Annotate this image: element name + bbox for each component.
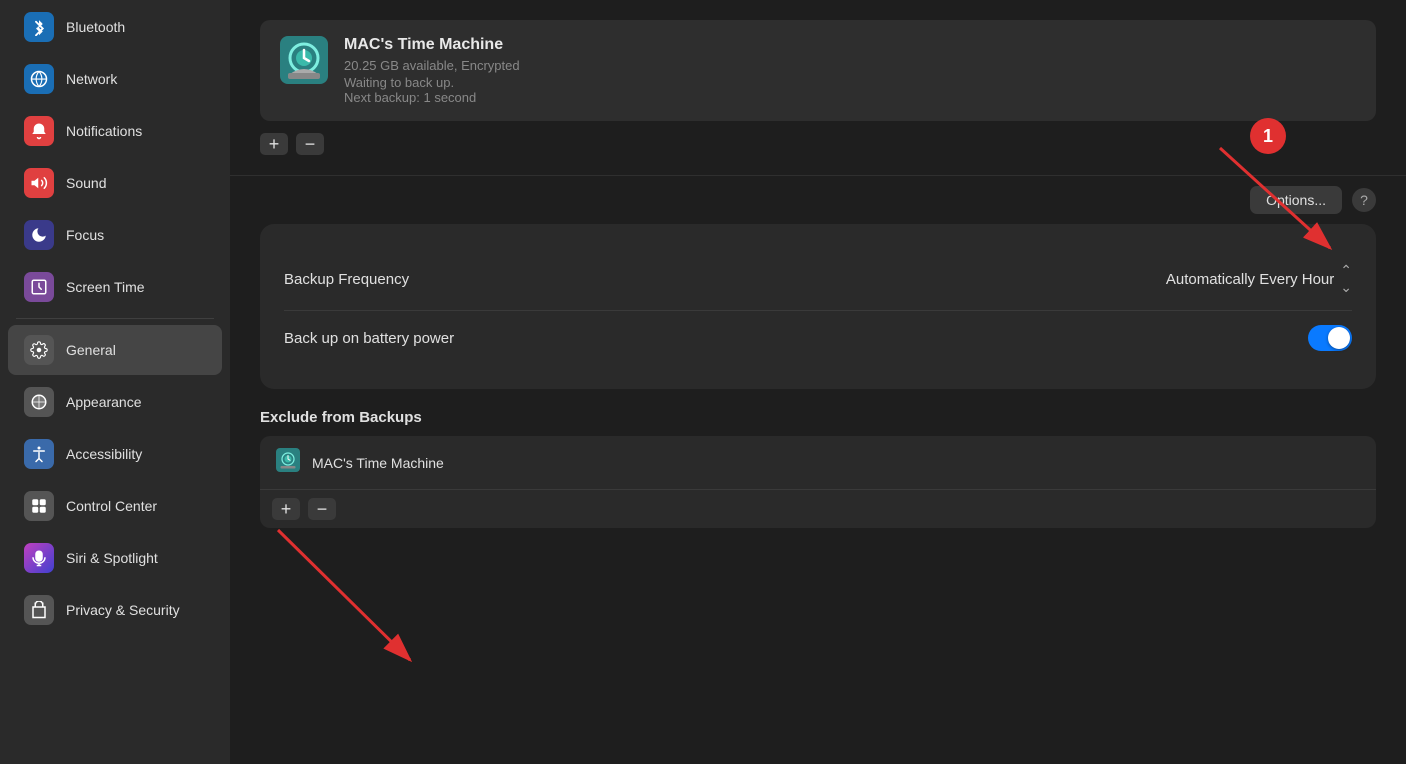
sidebar-label-appearance: Appearance [66,394,142,410]
battery-backup-toggle[interactable] [1308,325,1352,351]
options-sheet: Backup Frequency Automatically Every Hou… [260,224,1376,389]
add-exclude-button[interactable]: + [272,498,300,520]
backup-next: Next backup: 1 second [344,90,1356,105]
sidebar-label-sound: Sound [66,175,106,191]
backup-frequency-value[interactable]: Automatically Every Hour ⌃⌄ [1166,262,1352,296]
exclude-item-label: MAC's Time Machine [312,455,444,471]
sidebar-divider [16,318,214,319]
privacy-icon [24,595,54,625]
backup-info: MAC's Time Machine 20.25 GB available, E… [344,36,1356,105]
remove-backup-button[interactable]: − [296,133,324,155]
help-button[interactable]: ? [1352,188,1376,212]
options-button[interactable]: Options... [1250,186,1342,214]
sidebar-item-sound[interactable]: Sound [8,158,222,208]
sidebar-label-bluetooth: Bluetooth [66,19,125,35]
stepper-chevron-icon: ⌃⌄ [1340,262,1352,296]
sidebar-label-screentime: Screen Time [66,279,145,295]
siri-icon [24,543,54,573]
sidebar-label-siri: Siri & Spotlight [66,550,158,566]
sidebar-item-privacy[interactable]: Privacy & Security [8,585,222,635]
general-icon [24,335,54,365]
backup-frequency-row: Backup Frequency Automatically Every Hou… [284,248,1352,311]
exclude-item-icon [276,448,300,477]
screentime-icon [24,272,54,302]
battery-backup-row: Back up on battery power [284,311,1352,365]
add-backup-button[interactable]: + [260,133,288,155]
sidebar-label-general: General [66,342,116,358]
sidebar-item-general[interactable]: General [8,325,222,375]
bluetooth-icon [24,12,54,42]
options-row: Options... ? [230,176,1406,224]
toggle-knob [1328,327,1350,349]
backup-available: 20.25 GB available, Encrypted [344,58,1356,73]
main-content: MAC's Time Machine 20.25 GB available, E… [230,0,1406,764]
exclude-footer: + − [260,490,1376,528]
sidebar-item-appearance[interactable]: Appearance [8,377,222,427]
exclude-card: MAC's Time Machine + − [260,436,1376,528]
add-remove-row: + − [260,133,1376,155]
appearance-icon [24,387,54,417]
sidebar-label-focus: Focus [66,227,104,243]
exclude-item: MAC's Time Machine [260,436,1376,490]
sidebar-label-accessibility: Accessibility [66,446,142,462]
sidebar-item-notifications[interactable]: Notifications [8,106,222,156]
sidebar-item-accessibility[interactable]: Accessibility [8,429,222,479]
sidebar: Bluetooth Network Notifications [0,0,230,764]
exclude-section: Exclude from Backups MAC's Time Machine … [260,409,1376,528]
exclude-title: Exclude from Backups [260,409,1376,426]
network-icon [24,64,54,94]
sound-icon [24,168,54,198]
backup-frequency-label: Backup Frequency [284,271,409,288]
sidebar-item-network[interactable]: Network [8,54,222,104]
accessibility-icon [24,439,54,469]
sidebar-label-controlcenter: Control Center [66,498,157,514]
backup-title: MAC's Time Machine [344,36,1356,54]
sidebar-item-focus[interactable]: Focus [8,210,222,260]
battery-backup-label: Back up on battery power [284,330,454,347]
sidebar-label-notifications: Notifications [66,123,142,139]
sidebar-label-privacy: Privacy & Security [66,602,180,618]
tm-icon [280,36,328,89]
sidebar-item-screentime[interactable]: Screen Time [8,262,222,312]
backup-card: MAC's Time Machine 20.25 GB available, E… [260,20,1376,121]
sidebar-item-controlcenter[interactable]: Control Center [8,481,222,531]
sidebar-item-bluetooth[interactable]: Bluetooth [8,2,222,52]
sidebar-item-siri[interactable]: Siri & Spotlight [8,533,222,583]
notifications-icon [24,116,54,146]
backup-section: MAC's Time Machine 20.25 GB available, E… [230,0,1406,176]
sidebar-label-network: Network [66,71,117,87]
controlcenter-icon [24,491,54,521]
remove-exclude-button[interactable]: − [308,498,336,520]
focus-icon [24,220,54,250]
backup-status: Waiting to back up. [344,75,1356,90]
